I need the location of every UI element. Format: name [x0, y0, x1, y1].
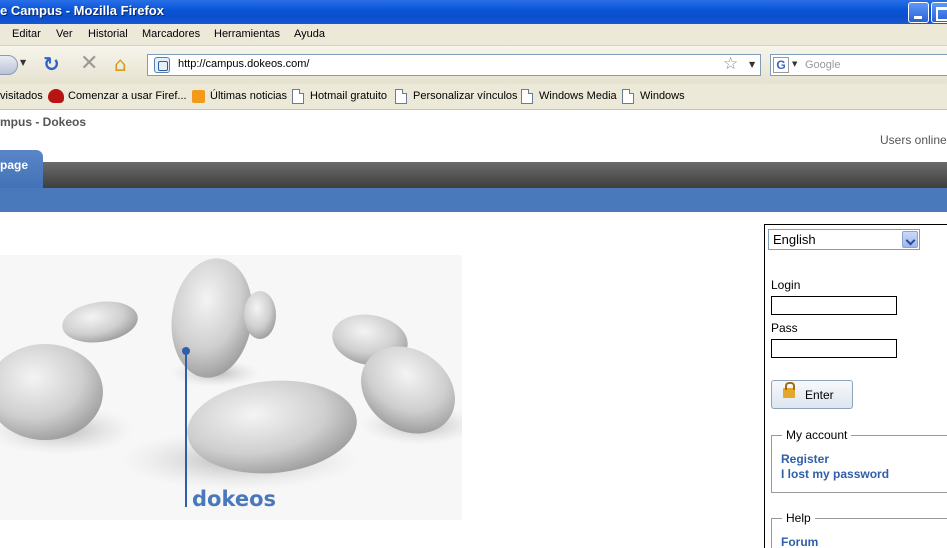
stop-icon[interactable]: ✕ — [80, 53, 98, 75]
page-icon — [395, 89, 407, 104]
home-icon[interactable]: ⌂ — [114, 53, 127, 75]
minimize-button[interactable] — [908, 2, 929, 23]
page-icon — [521, 89, 533, 104]
bookmark-windows-media[interactable]: Windows Media — [539, 90, 617, 102]
password-input[interactable] — [771, 339, 897, 358]
bookmark-visitados[interactable]: visitados — [0, 90, 43, 102]
tab-bar — [0, 162, 947, 188]
firefox-icon — [48, 89, 64, 103]
help-box: Help Forum — [771, 511, 947, 548]
menu-marcadores[interactable]: Marcadores — [142, 28, 200, 40]
pass-label: Pass — [771, 321, 798, 335]
my-account-legend: My account — [782, 428, 852, 442]
language-select[interactable]: English — [768, 229, 920, 250]
bookmark-star-icon[interactable]: ☆ — [723, 54, 738, 74]
bookmark-comenzar[interactable]: Comenzar a usar Firef... — [68, 90, 187, 102]
bookmarks-toolbar: visitados Comenzar a usar Firef... Últim… — [0, 84, 947, 110]
tab-homepage-label: page — [0, 158, 29, 172]
login-sidebar: English Login Pass Enter My account Regi… — [764, 224, 947, 548]
page-icon — [292, 89, 304, 104]
menu-editar[interactable]: Editar — [12, 28, 41, 40]
window-title: e Campus - Mozilla Firefox — [0, 3, 164, 18]
google-engine-icon[interactable]: G — [773, 57, 789, 73]
search-input[interactable]: Google — [805, 59, 840, 71]
lost-password-link[interactable]: I lost my password — [781, 467, 889, 481]
site-name: mpus - Dokeos — [0, 115, 87, 129]
forum-link[interactable]: Forum — [781, 535, 818, 548]
restore-button[interactable] — [931, 2, 947, 23]
search-box[interactable]: G ▼ Google — [770, 54, 947, 76]
menu-historial[interactable]: Historial — [88, 28, 128, 40]
bookmark-hotmail[interactable]: Hotmail gratuito — [310, 90, 387, 102]
chevron-down-icon[interactable] — [902, 231, 918, 248]
dokeos-logo-text: dokeos — [192, 487, 276, 511]
navigation-toolbar: ▼ ↻ ✕ ⌂ http://campus.dokeos.com/ ☆ ▼ G … — [0, 46, 947, 84]
reload-icon[interactable]: ↻ — [43, 53, 60, 75]
bookmark-personalizar[interactable]: Personalizar vínculos — [413, 90, 518, 102]
bookmark-windows[interactable]: Windows — [640, 90, 685, 102]
bookmark-ultimas-noticias[interactable]: Últimas noticias — [210, 90, 287, 102]
my-account-box: My account Register I lost my password — [771, 428, 947, 493]
menu-herramientas[interactable]: Herramientas — [214, 28, 280, 40]
history-dropdown-icon[interactable]: ▼ — [20, 58, 26, 67]
engine-dropdown-icon[interactable]: ▼ — [792, 60, 797, 68]
rss-icon — [192, 90, 205, 103]
menu-ayuda[interactable]: Ayuda — [294, 28, 325, 40]
login-input[interactable] — [771, 296, 897, 315]
title-bar: e Campus - Mozilla Firefox — [0, 0, 947, 24]
sub-nav-bar — [0, 188, 947, 212]
register-link[interactable]: Register — [781, 452, 829, 466]
enter-button[interactable]: Enter — [771, 380, 853, 409]
login-label: Login — [771, 278, 801, 292]
browser-window: e Campus - Mozilla Firefox Editar Ver Hi… — [0, 0, 947, 548]
enter-button-label: Enter — [805, 388, 834, 402]
tab-homepage[interactable]: page — [0, 150, 43, 188]
users-online-link[interactable]: Users online — [880, 133, 947, 147]
url-text[interactable]: http://campus.dokeos.com/ — [178, 58, 309, 70]
menu-bar: Editar Ver Historial Marcadores Herramie… — [0, 24, 947, 46]
language-value: English — [773, 232, 816, 247]
dokeos-stones-illustration: dokeos — [0, 255, 462, 520]
page-icon — [622, 89, 634, 104]
help-legend: Help — [782, 511, 815, 525]
url-bar[interactable]: http://campus.dokeos.com/ ☆ ▼ — [147, 54, 761, 76]
back-button[interactable] — [0, 55, 18, 75]
lock-icon — [783, 382, 795, 398]
site-identity-icon[interactable] — [154, 57, 170, 73]
url-dropdown-icon[interactable]: ▼ — [749, 60, 755, 69]
menu-ver[interactable]: Ver — [56, 28, 73, 40]
